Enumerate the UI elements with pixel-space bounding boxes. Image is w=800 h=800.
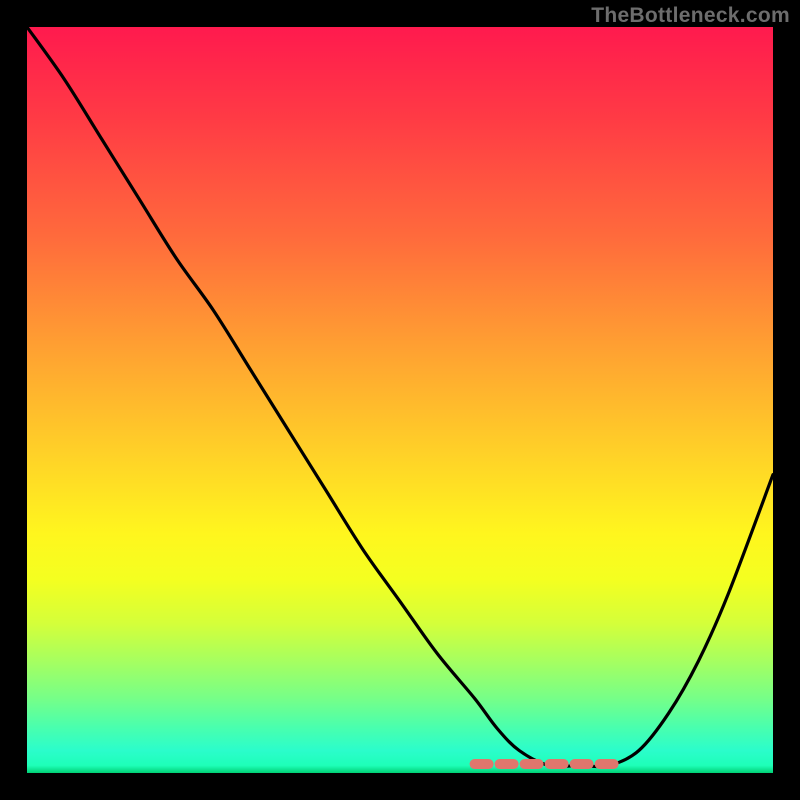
- bottleneck-curve: [27, 27, 773, 767]
- chart-frame: TheBottleneck.com: [0, 0, 800, 800]
- watermark-text: TheBottleneck.com: [591, 4, 790, 28]
- chart-svg: [27, 27, 773, 773]
- plot-area: [27, 27, 773, 773]
